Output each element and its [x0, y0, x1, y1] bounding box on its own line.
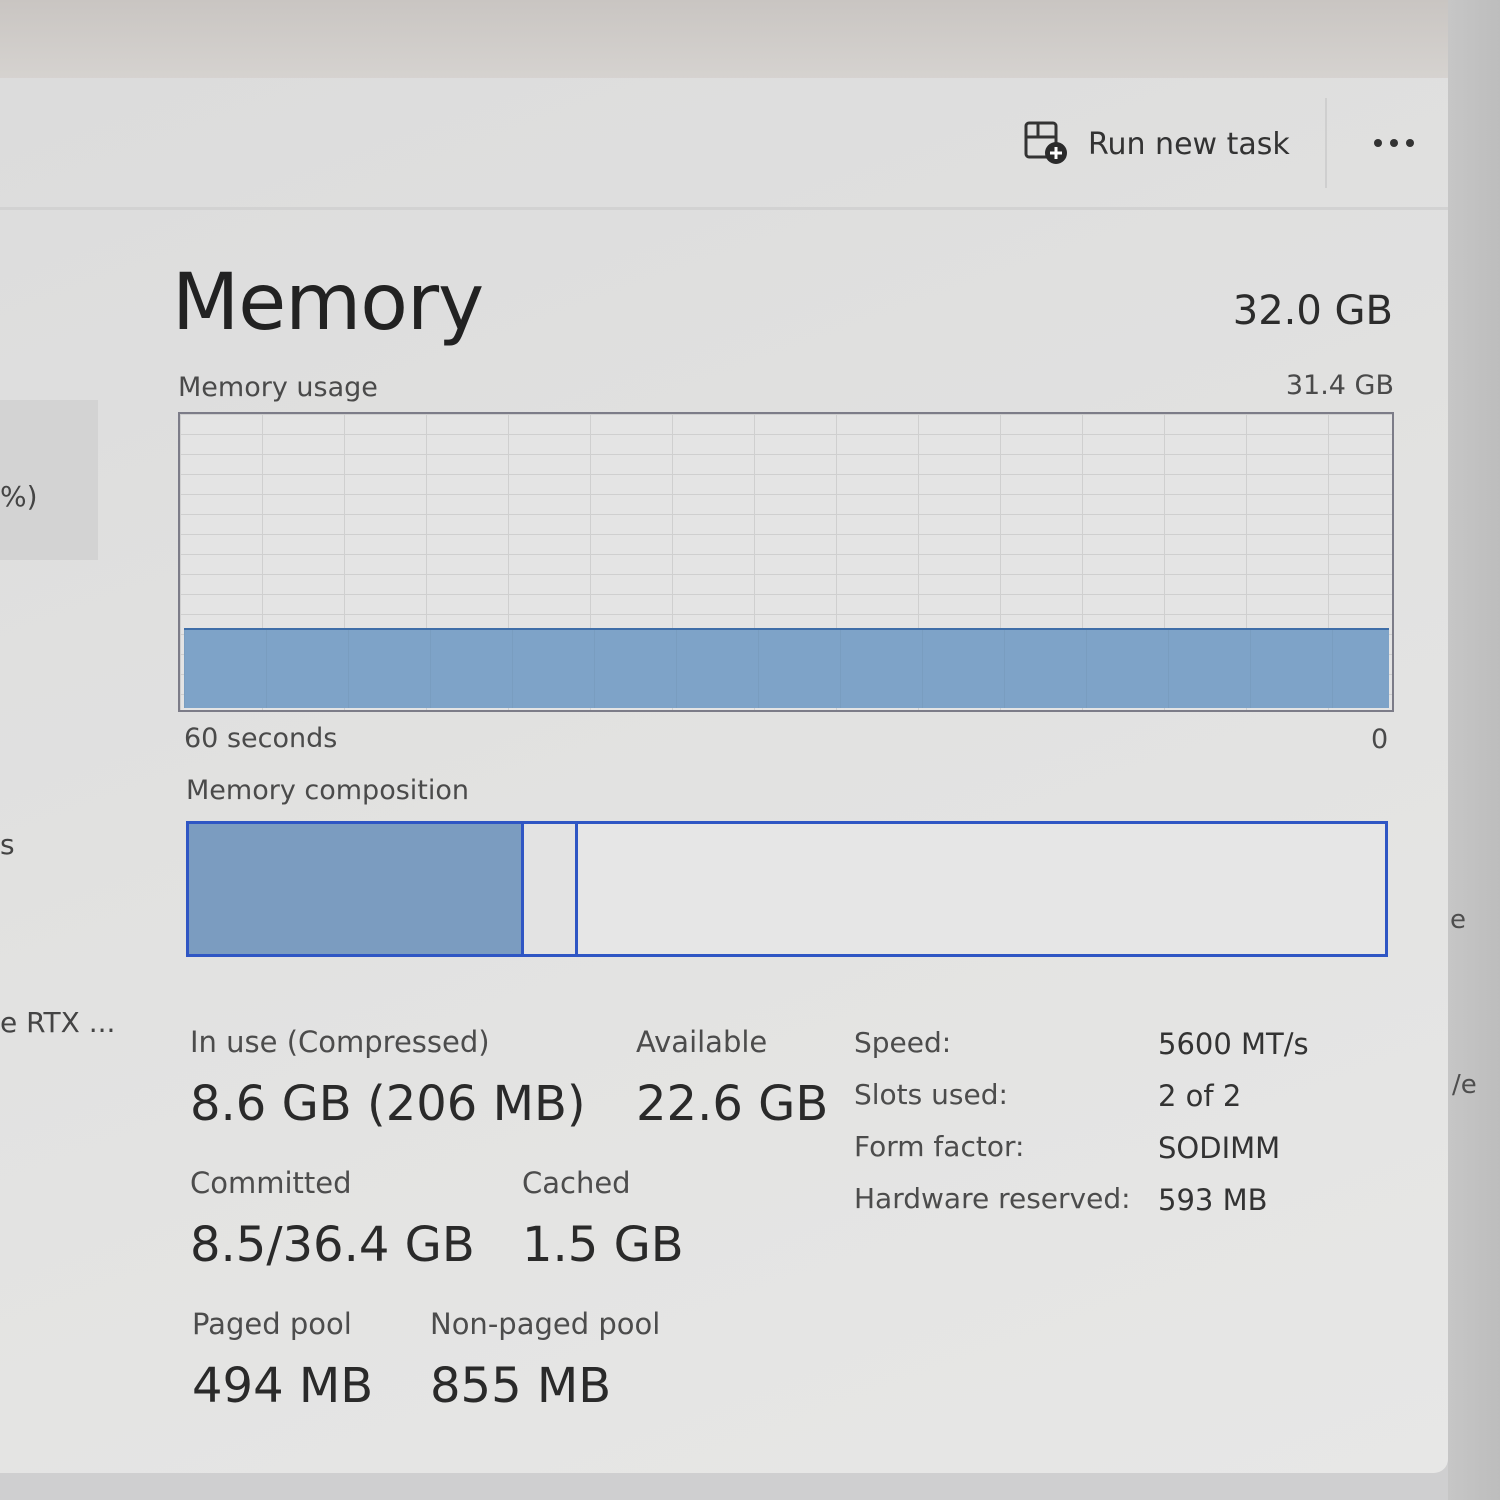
memory-usage-area [184, 628, 1389, 708]
composition-free-segment [578, 824, 1385, 954]
speed-value: 5600 MT/s [1158, 1027, 1309, 1061]
memory-composition-bar [186, 821, 1388, 957]
more-options-button[interactable] [1364, 118, 1424, 168]
toolbar: Run new task [0, 78, 1448, 210]
memory-usage-graph [178, 412, 1394, 712]
committed-label: Committed [190, 1166, 352, 1200]
adjacent-window-edge: e /e [1448, 0, 1500, 1500]
task-manager-window: Run new task %) s e RTX ... Memory 32.0 … [0, 78, 1448, 1473]
cached-value: 1.5 GB [522, 1217, 684, 1273]
composition-modified-segment [523, 824, 578, 954]
memory-usage-label: Memory usage [178, 372, 378, 403]
in-use-value: 8.6 GB (206 MB) [190, 1076, 586, 1132]
adjacent-text-fragment: /e [1452, 1070, 1477, 1100]
graph-time-start-label: 60 seconds [184, 723, 338, 754]
adjacent-text-fragment: e [1450, 905, 1466, 935]
sidebar-item-fragment: s [0, 828, 15, 861]
non-paged-pool-value: 855 MB [430, 1358, 612, 1414]
run-task-icon [1024, 121, 1067, 164]
committed-value: 8.5/36.4 GB [190, 1217, 475, 1273]
slots-used-value: 2 of 2 [1158, 1079, 1242, 1113]
total-memory: 32.0 GB [1232, 288, 1393, 334]
paged-pool-value: 494 MB [192, 1358, 374, 1414]
graph-time-end-label: 0 [1371, 724, 1389, 755]
sidebar-item-gpu-fragment[interactable]: e RTX ... [0, 1006, 115, 1039]
in-use-label: In use (Compressed) [190, 1025, 490, 1059]
slots-used-label: Slots used: [854, 1078, 1008, 1111]
background-strip [0, 0, 1500, 80]
memory-usage-max: 31.4 GB [1285, 370, 1394, 401]
non-paged-pool-label: Non-paged pool [430, 1307, 661, 1341]
composition-in-use-segment [189, 824, 524, 954]
run-new-task-button[interactable]: Run new task [1022, 118, 1290, 170]
hardware-reserved-value: 593 MB [1158, 1183, 1268, 1217]
sidebar-item-fragment: %) [0, 480, 38, 513]
form-factor-value: SODIMM [1158, 1131, 1281, 1165]
hardware-reserved-label: Hardware reserved: [854, 1182, 1131, 1215]
available-label: Available [636, 1025, 768, 1059]
more-options-icon [1374, 139, 1382, 147]
run-new-task-label: Run new task [1088, 126, 1290, 162]
toolbar-divider [1325, 98, 1327, 188]
paged-pool-label: Paged pool [192, 1307, 352, 1341]
cached-label: Cached [522, 1166, 631, 1200]
form-factor-label: Form factor: [854, 1130, 1025, 1163]
speed-label: Speed: [854, 1026, 952, 1059]
memory-composition-label: Memory composition [186, 775, 469, 806]
page-title: Memory [172, 258, 484, 348]
available-value: 22.6 GB [636, 1076, 829, 1132]
